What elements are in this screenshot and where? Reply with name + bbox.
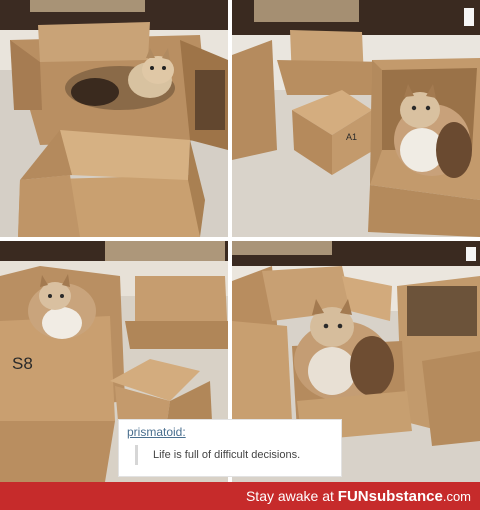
watermark-domain: .com: [442, 489, 471, 504]
watermark-brand: FUNsubstance: [337, 488, 443, 505]
tumblr-caption-card: prismatoid: Life is full of difficult de…: [118, 419, 342, 477]
panel-1-photo: [0, 0, 228, 237]
quote-bar: [135, 445, 138, 465]
watermark-text: Stay awake at FUNsubstance.com: [246, 488, 471, 505]
caption-quote: Life is full of difficult decisions.: [153, 449, 301, 461]
panel-1-cat-in-box: [0, 0, 228, 237]
watermark-footer: Stay awake at FUNsubstance.com: [0, 482, 480, 510]
watermark-prefix: Stay awake at: [245, 488, 338, 504]
panel-2-cat-in-box: A1: [232, 0, 480, 237]
caption-author-link[interactable]: prismatoid:: [127, 425, 186, 439]
box-marking-a1: A1: [346, 132, 357, 142]
panel-2-photo: A1: [232, 0, 480, 237]
box-marking-s8: S8: [12, 354, 33, 373]
meme-image-grid: A1 S8 prismatoid: Life is full of diffic…: [0, 0, 480, 482]
